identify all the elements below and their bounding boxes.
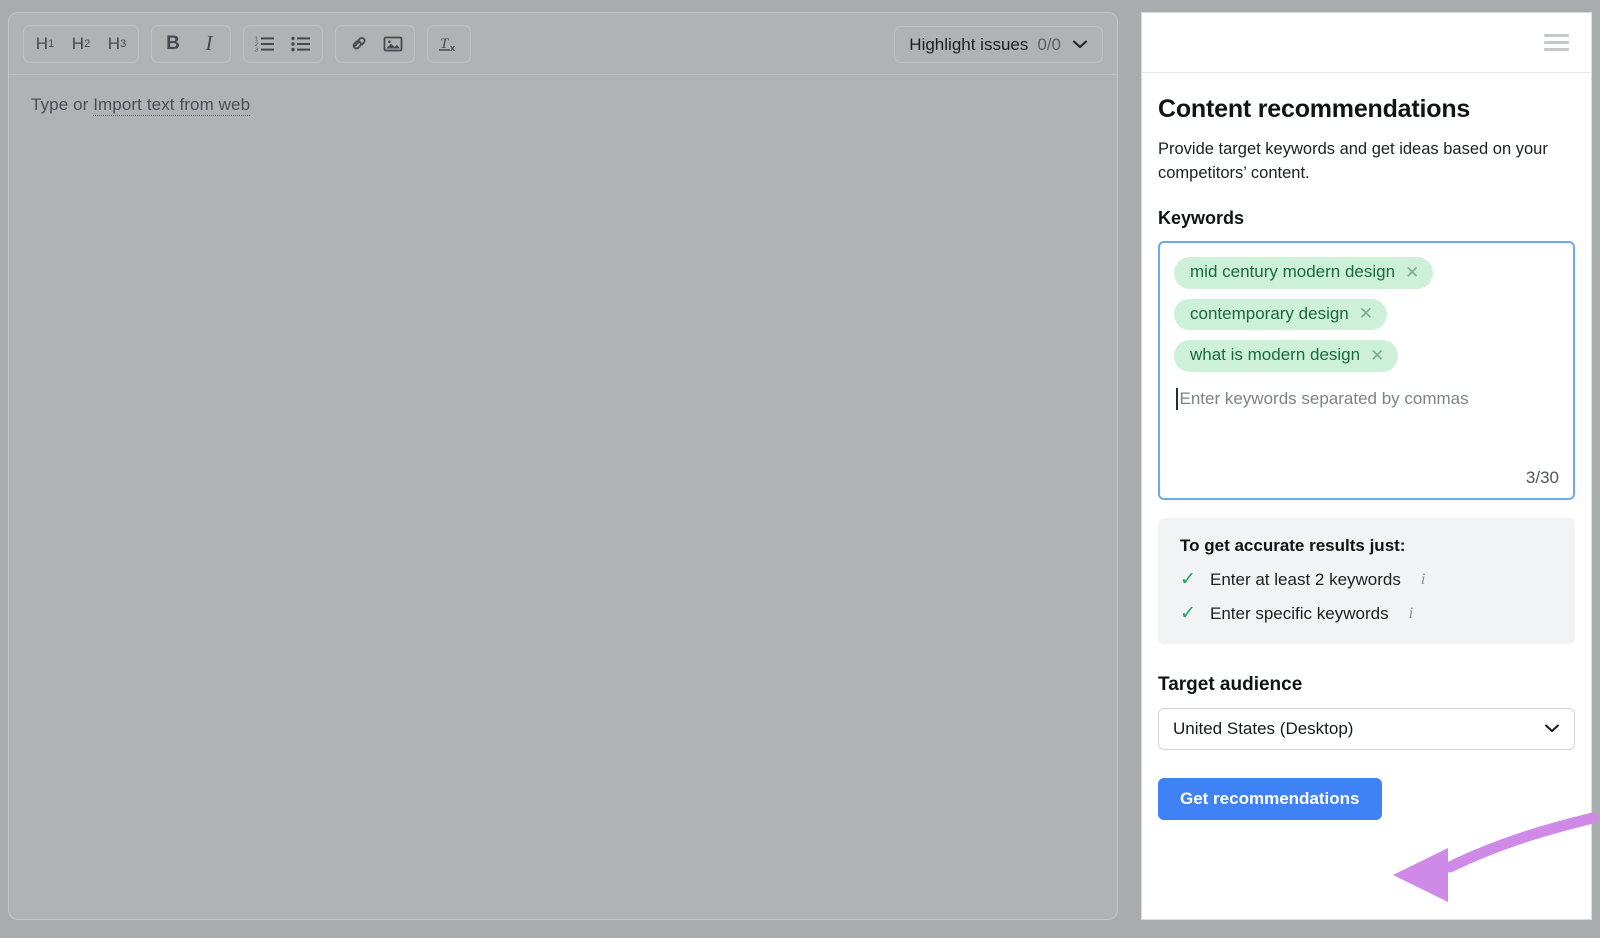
heading-2-icon[interactable]: H2 xyxy=(64,28,98,60)
tip-label: Enter at least 2 keywords xyxy=(1210,570,1401,590)
keyword-tag-list: mid century modern design ✕ contemporary… xyxy=(1174,257,1559,372)
toolbar-group-headings: H1 H2 H3 xyxy=(23,25,139,63)
keyword-tag: mid century modern design ✕ xyxy=(1174,257,1433,289)
info-icon[interactable]: i xyxy=(1409,605,1413,623)
keyword-tag: what is modern design ✕ xyxy=(1174,340,1398,372)
image-icon[interactable] xyxy=(376,28,410,60)
editor-text-area[interactable]: Type or Import text from web xyxy=(9,75,1117,135)
chevron-down-icon xyxy=(1072,36,1088,54)
toolbar-group-insert xyxy=(335,25,415,63)
hamburger-menu-icon[interactable] xyxy=(1540,30,1573,55)
heading-3-icon[interactable]: H3 xyxy=(100,28,134,60)
target-audience-value: United States (Desktop) xyxy=(1173,719,1353,739)
close-icon[interactable]: ✕ xyxy=(1359,305,1373,322)
tip-label: Enter specific keywords xyxy=(1210,604,1389,624)
toolbar-group-inline-format: B I xyxy=(151,25,231,63)
heading-1-icon[interactable]: H1 xyxy=(28,28,62,60)
target-audience-select[interactable]: United States (Desktop) xyxy=(1158,708,1575,750)
keywords-input[interactable]: mid century modern design ✕ contemporary… xyxy=(1158,241,1575,500)
highlight-issues-label: Highlight issues xyxy=(909,35,1028,55)
editor-toolbar: H1 H2 H3 B I 1 2 3 xyxy=(9,13,1117,75)
close-icon[interactable]: ✕ xyxy=(1370,347,1384,364)
toolbar-group-clear: T x xyxy=(427,25,471,63)
panel-body: Content recommendations Provide target k… xyxy=(1142,73,1591,820)
chevron-down-icon xyxy=(1544,720,1560,738)
keywords-text-entry[interactable]: Enter keywords separated by commas xyxy=(1174,388,1559,410)
keywords-counter: 3/30 xyxy=(1526,468,1559,488)
check-icon: ✓ xyxy=(1180,604,1196,623)
highlight-issues-button[interactable]: Highlight issues 0/0 xyxy=(894,26,1103,63)
close-icon[interactable]: ✕ xyxy=(1405,264,1419,281)
list-item: ✓ Enter at least 2 keywords i xyxy=(1180,570,1555,590)
clear-formatting-icon[interactable]: T x xyxy=(432,28,466,60)
heading-2-sub: 2 xyxy=(84,38,90,50)
panel-topbar xyxy=(1142,13,1591,73)
link-icon[interactable] xyxy=(340,28,374,60)
info-icon[interactable]: i xyxy=(1421,571,1425,589)
keywords-placeholder: Enter keywords separated by commas xyxy=(1180,389,1469,409)
heading-3-sub: 3 xyxy=(120,38,126,50)
editor-placeholder-prefix: Type or xyxy=(31,95,93,114)
toolbar-group-lists: 1 2 3 xyxy=(243,25,323,63)
get-recommendations-button[interactable]: Get recommendations xyxy=(1158,778,1382,820)
keyword-tag-label: contemporary design xyxy=(1190,305,1349,324)
bold-icon[interactable]: B xyxy=(156,28,190,60)
list-item: ✓ Enter specific keywords i xyxy=(1180,604,1555,624)
tips-box: To get accurate results just: ✓ Enter at… xyxy=(1158,518,1575,644)
heading-2-label: H xyxy=(72,34,84,54)
tips-title: To get accurate results just: xyxy=(1180,536,1555,556)
target-audience-label: Target audience xyxy=(1158,674,1575,696)
numbered-list-icon[interactable]: 1 2 3 xyxy=(248,28,282,60)
italic-icon[interactable]: I xyxy=(192,28,226,60)
import-text-from-web-link[interactable]: Import text from web xyxy=(93,95,250,116)
svg-text:x: x xyxy=(450,43,455,53)
panel-description: Provide target keywords and get ideas ba… xyxy=(1158,138,1548,186)
keywords-label: Keywords xyxy=(1158,208,1575,229)
heading-3-label: H xyxy=(108,34,120,54)
content-recommendations-panel: Content recommendations Provide target k… xyxy=(1141,12,1592,920)
keyword-tag-label: mid century modern design xyxy=(1190,263,1395,282)
svg-text:3: 3 xyxy=(255,47,258,53)
editor-placeholder: Type or Import text from web xyxy=(31,95,1095,115)
text-caret xyxy=(1176,388,1178,410)
check-icon: ✓ xyxy=(1180,570,1196,589)
keyword-tag: contemporary design ✕ xyxy=(1174,299,1387,331)
heading-1-label: H xyxy=(36,34,48,54)
page-title: Content recommendations xyxy=(1158,95,1575,124)
keyword-tag-label: what is modern design xyxy=(1190,346,1360,365)
heading-1-sub: 1 xyxy=(48,38,54,50)
screenshot-root: H1 H2 H3 B I 1 2 3 xyxy=(0,0,1600,938)
highlight-issues-count: 0/0 xyxy=(1037,35,1061,55)
content-editor-panel: H1 H2 H3 B I 1 2 3 xyxy=(8,12,1118,920)
bulleted-list-icon[interactable] xyxy=(284,28,318,60)
